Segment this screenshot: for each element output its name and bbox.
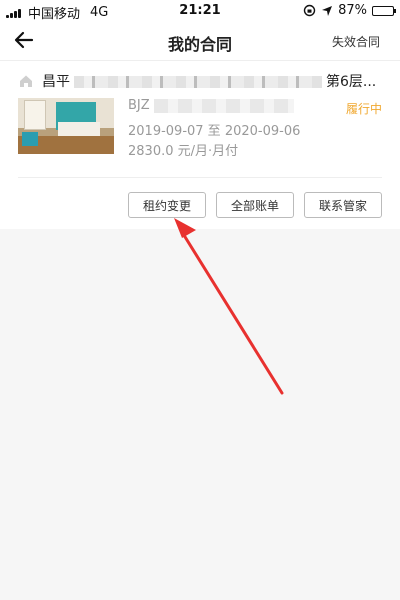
expired-contracts-link[interactable]: 失效合同: [332, 33, 380, 50]
card-divider: [18, 177, 382, 178]
contract-number: BJZ: [128, 98, 298, 113]
status-bar: 中国移动 4G 21:21 87%: [0, 0, 400, 22]
address-row: 昌平 第6层...: [18, 71, 376, 91]
contact-manager-button[interactable]: 联系管家: [303, 192, 382, 218]
contract-number-redaction: [153, 98, 294, 113]
address-redaction: [74, 76, 322, 88]
contract-summary: BJZ 2019-09-07 至 2020-09-06 2830.0 元/月·月…: [18, 98, 382, 159]
nav-bar: 我的合同 失效合同: [0, 22, 400, 61]
room-thumbnail: [18, 98, 114, 154]
contract-dates: 2019-09-07 至 2020-09-06: [128, 124, 301, 139]
contract-card[interactable]: 昌平 第6层... BJZ 2019-09-07 至 2020-09-06 283…: [0, 61, 400, 229]
battery-icon: [372, 5, 396, 16]
address-text: 昌平 第6层...: [42, 71, 376, 91]
action-buttons: 租约变更 全部账单 联系管家: [127, 192, 382, 218]
rotation-lock-icon: [303, 4, 316, 17]
status-badge: 履行中: [345, 102, 382, 116]
lease-change-button[interactable]: 租约变更: [127, 192, 206, 218]
all-bills-button[interactable]: 全部账单: [215, 192, 294, 218]
status-right: 87%: [303, 3, 396, 18]
contract-number-prefix: BJZ: [128, 98, 150, 113]
location-icon: [322, 5, 333, 16]
contract-price: 2830.0 元/月·月付: [128, 144, 239, 159]
address-suffix: 第6层...: [326, 74, 377, 90]
battery-percent: 87%: [338, 3, 367, 18]
address-prefix: 昌平: [42, 74, 70, 90]
home-icon: [20, 75, 32, 87]
